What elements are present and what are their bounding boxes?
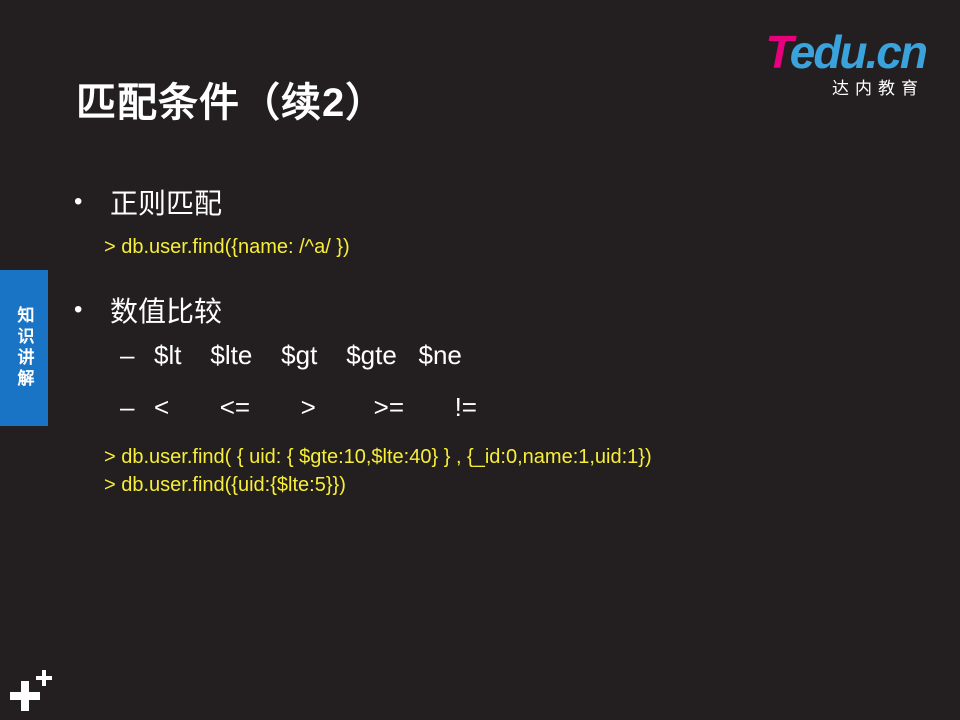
bullet-dot: • <box>74 188 83 215</box>
sub-item: – $lt $lte $gt $gte $ne <box>120 340 462 371</box>
bullet-text: 正则匹配 <box>110 188 223 219</box>
slide-title: 匹配条件（续2） <box>76 81 387 125</box>
dash-marker: – <box>120 340 135 370</box>
logo-brand-rest: edu.cn <box>789 26 928 78</box>
logo-subtitle: 达内教育 <box>832 79 924 98</box>
sub-item-text: < <= > >= != <box>154 392 477 422</box>
side-tab-label: 知识讲解 <box>14 306 34 390</box>
dash-marker: – <box>120 392 135 422</box>
command-line: > db.user.find({name: /^a/ }) <box>104 236 350 258</box>
side-tab: 知识讲解 <box>0 270 48 426</box>
bullet-text: 数值比较 <box>110 296 223 327</box>
plus-plus-icon <box>10 670 52 711</box>
sub-item-text: $lt $lte $gt $gte $ne <box>154 340 462 370</box>
command-line: > db.user.find({uid:{$lte:5}}) <box>104 474 346 496</box>
logo-brand-t: T <box>765 26 791 78</box>
command-line: > db.user.find( { uid: { $gte:10,$lte:40… <box>104 446 652 468</box>
sub-item: – < <= > >= != <box>120 392 477 423</box>
bullet-dot: • <box>74 296 83 323</box>
bullet-item: • 正则匹配 <box>74 182 222 222</box>
tedu-logo: Tedu.cn 达内教育 <box>746 26 928 98</box>
bullet-item: • 数值比较 <box>74 290 222 330</box>
